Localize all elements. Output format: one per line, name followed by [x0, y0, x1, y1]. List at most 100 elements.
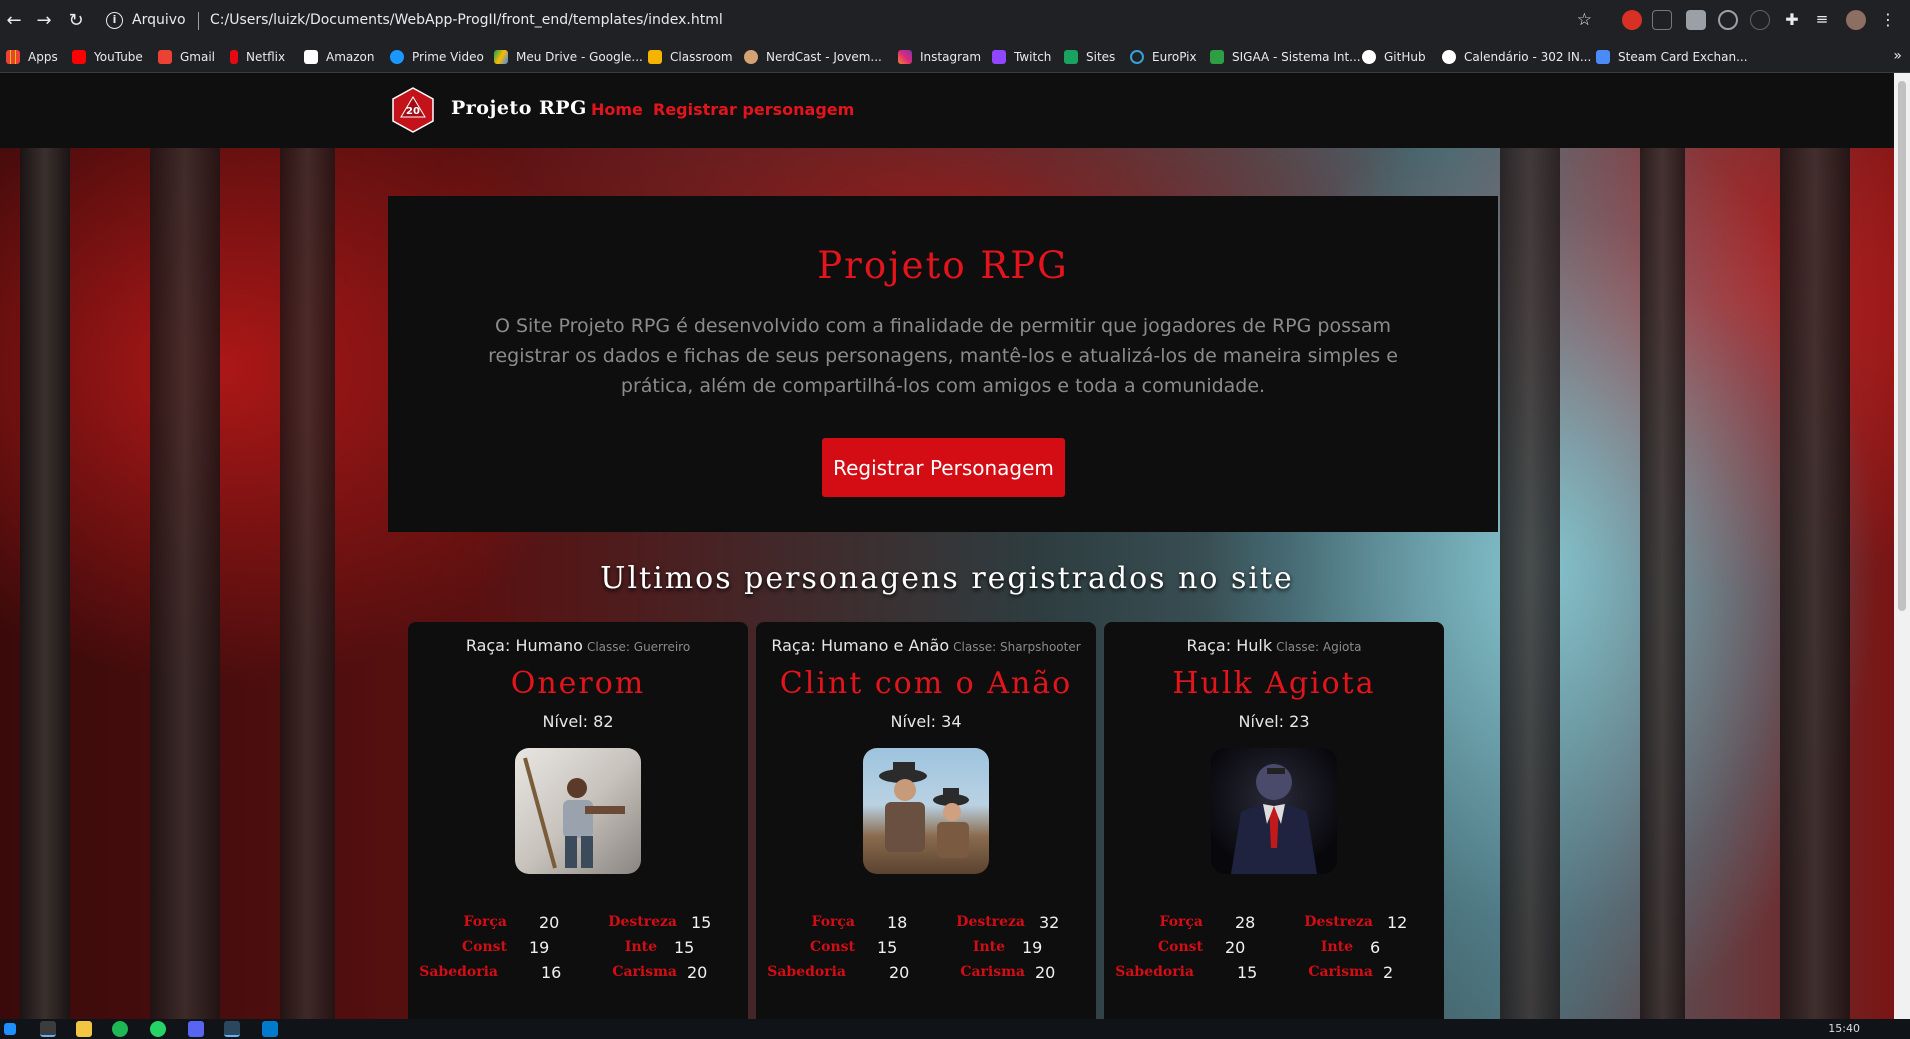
bookmark-steam-card[interactable]: Steam Card Exchan... — [1596, 48, 1748, 66]
card-class: Classe: Sharpshooter — [953, 640, 1081, 654]
bookmark-star-icon[interactable]: ☆ — [1577, 10, 1592, 30]
bookmark-label: Prime Video — [412, 50, 484, 64]
extensions-puzzle-icon[interactable]: ✚ — [1782, 10, 1802, 30]
hero-panel: Projeto RPG O Site Projeto RPG é desenvo… — [388, 196, 1498, 532]
bookmark-apps[interactable]: Apps — [6, 48, 58, 66]
stat-label-destreza: Destreza — [1304, 914, 1373, 930]
stat-label-inte: Inte — [1320, 939, 1353, 955]
bookmark-gmail[interactable]: Gmail — [158, 48, 215, 66]
bookmark-prime-video[interactable]: Prime Video — [390, 48, 484, 66]
card-meta: Raça: Humano Classe: Guerreiro — [408, 636, 748, 655]
stat-label-const: Const — [1157, 939, 1203, 955]
nav-register-link[interactable]: Registrar personagem — [653, 100, 854, 119]
bookmark-github[interactable]: GitHub — [1362, 48, 1426, 66]
extension-red-icon[interactable] — [1622, 10, 1642, 30]
site-navbar: 20 Projeto RPG Home Registrar personagem — [0, 73, 1894, 148]
extension-pdf-icon[interactable] — [1652, 10, 1672, 30]
chrome-taskbar-icon[interactable] — [40, 1021, 56, 1037]
stat-label-forca: Força — [1159, 914, 1203, 930]
bookmark-twitch[interactable]: Twitch — [992, 48, 1051, 66]
site-info-icon[interactable]: i — [106, 12, 123, 29]
card-level: Nível: 82 — [542, 712, 614, 731]
stat-value-carisma: 20 — [1035, 963, 1056, 982]
bookmark-sites[interactable]: Sites — [1064, 48, 1115, 66]
profile-avatar[interactable] — [1846, 10, 1866, 30]
stat-value-inte: 19 — [1022, 938, 1043, 957]
nerdcast-icon — [744, 50, 758, 64]
windows-start-icon[interactable] — [4, 1023, 16, 1035]
page-scrollbar[interactable] — [1894, 73, 1910, 1019]
stat-value-const: 20 — [1225, 938, 1246, 957]
bookmark-youtube[interactable]: YouTube — [72, 48, 143, 66]
svg-text:20: 20 — [406, 106, 420, 117]
hero-description: O Site Projeto RPG é desenvolvido com a … — [488, 315, 1398, 397]
steam-card-icon — [1596, 50, 1610, 64]
page-viewport: 20 Projeto RPG Home Registrar personagem… — [0, 73, 1894, 1019]
bookmark-nerdcast[interactable]: NerdCast - Jovem... — [744, 48, 882, 66]
stat-label-sabedoria: Sabedoria — [419, 964, 498, 980]
bookmark-label: Steam Card Exchan... — [1618, 50, 1748, 64]
europix-icon — [1130, 50, 1144, 64]
apps-grid-icon — [6, 50, 20, 64]
vscode-icon[interactable] — [262, 1021, 278, 1037]
bookmarks-bar: Apps YouTube Gmail Netflix Amazon Prime … — [0, 42, 1910, 73]
stat-value-carisma: 2 — [1383, 963, 1394, 982]
forward-icon[interactable]: → — [32, 9, 56, 33]
bookmark-netflix[interactable]: Netflix — [230, 48, 285, 66]
site-brand[interactable]: Projeto RPG — [451, 97, 587, 119]
scrollbar-thumb[interactable] — [1898, 81, 1906, 611]
stat-label-forca: Força — [811, 914, 855, 930]
bookmark-label: Classroom — [670, 50, 733, 64]
bookmark-label: GitHub — [1384, 50, 1426, 64]
card-name[interactable]: Clint com o Anão — [756, 666, 1096, 701]
bookmark-sigaa[interactable]: SIGAA - Sistema Int... — [1210, 48, 1361, 66]
card-name[interactable]: Hulk Agiota — [1104, 666, 1444, 701]
browser-menu-icon[interactable]: ⋮ — [1878, 10, 1898, 30]
bookmarks-overflow-icon[interactable]: » — [1893, 48, 1902, 64]
d20-dice-logo-icon[interactable]: 20 — [390, 87, 436, 133]
extension-circle-icon[interactable] — [1750, 10, 1770, 30]
discord-icon[interactable] — [188, 1021, 204, 1037]
stat-label-sabedoria: Sabedoria — [1115, 964, 1194, 980]
card-meta: Raça: Hulk Classe: Agiota — [1104, 636, 1444, 655]
reload-icon[interactable]: ↻ — [64, 9, 88, 33]
card-name[interactable]: Onerom — [408, 666, 748, 701]
character-avatar — [515, 748, 641, 874]
bookmark-google-drive[interactable]: Meu Drive - Google... — [494, 48, 643, 66]
nav-home-link[interactable]: Home — [591, 100, 643, 119]
stat-label-carisma: Carisma — [1308, 964, 1373, 980]
address-bar[interactable]: i Arquivo C:/Users/luizk/Documents/WebAp… — [98, 5, 1598, 37]
google-sites-icon — [1064, 50, 1078, 64]
card-level: Nível: 23 — [1238, 712, 1310, 731]
bookmark-label: YouTube — [94, 50, 143, 64]
bookmark-europix[interactable]: EuroPix — [1130, 48, 1197, 66]
whatsapp-icon[interactable] — [150, 1021, 166, 1037]
bookmark-amazon[interactable]: Amazon — [304, 48, 375, 66]
character-card[interactable]: Raça: Hulk Classe: Agiota Hulk Agiota Nív… — [1104, 622, 1444, 1019]
reading-list-icon[interactable]: ≡ — [1812, 10, 1832, 30]
taskbar-clock[interactable]: 15:40 — [1828, 1022, 1860, 1035]
stat-label-carisma: Carisma — [612, 964, 677, 980]
bookmark-label: Calendário - 302 IN... — [1464, 50, 1592, 64]
file-explorer-icon[interactable] — [76, 1021, 92, 1037]
bookmark-calendar[interactable]: Calendário - 302 IN... — [1442, 48, 1591, 66]
bookmark-instagram[interactable]: Instagram — [898, 48, 981, 66]
spotify-icon[interactable] — [112, 1021, 128, 1037]
sigaa-icon — [1210, 50, 1224, 64]
twitch-icon — [992, 50, 1006, 64]
amazon-icon — [304, 50, 318, 64]
extension-mask-icon[interactable] — [1718, 10, 1738, 30]
youtube-icon — [72, 50, 86, 64]
stat-value-const: 19 — [529, 938, 550, 957]
character-card[interactable]: Raça: Humano e Anão Classe: Sharpshooter … — [756, 622, 1096, 1019]
address-url[interactable]: C:/Users/luizk/Documents/WebApp-ProgII/f… — [210, 12, 723, 28]
windows-taskbar: 15:40 — [0, 1019, 1910, 1039]
extension-doc-icon[interactable] — [1686, 10, 1706, 30]
register-character-button[interactable]: Registrar Personagem — [822, 438, 1065, 497]
back-icon[interactable]: ← — [2, 9, 26, 33]
steam-icon[interactable] — [224, 1021, 240, 1037]
gmail-icon — [158, 50, 172, 64]
character-card[interactable]: Raça: Humano Classe: Guerreiro Onerom Nív… — [408, 622, 748, 1019]
bookmark-classroom[interactable]: Classroom — [648, 48, 733, 66]
bookmark-label: Meu Drive - Google... — [516, 50, 643, 64]
